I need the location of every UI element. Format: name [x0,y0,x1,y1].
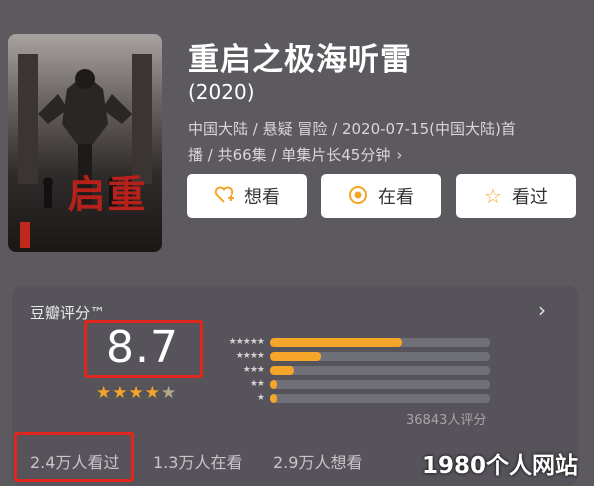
rating-bar-row: ★★★★ [208,351,490,361]
rating-bar-stars: ★ [256,393,265,403]
star-outline-icon: ☆ [484,184,502,208]
chevron-right-icon[interactable]: › [538,298,546,322]
star-full-icon: ★ [112,383,129,403]
meta-line-2: 播 / 共66集 / 单集片长45分钟 › [188,142,583,168]
rating-score: 8.7 [106,322,179,373]
meta-line-1: 中国大陆 / 悬疑 冒险 / 2020-07-15(中国大陆)首 [188,120,516,138]
rating-stars: ★★★★★ [96,383,177,403]
want-button-label: 想看 [244,187,280,208]
poster-seal [20,222,30,248]
star-full-icon: ★ [96,383,113,403]
star-full-icon: ★ [144,383,161,403]
watermark: 1980个人网站 [422,453,579,479]
movie-meta[interactable]: 中国大陆 / 悬疑 冒险 / 2020-07-15(中国大陆)首 播 / 共66… [188,116,583,168]
rating-bar-stars: ★★★ [242,365,265,375]
rating-bar-track [270,379,490,389]
star-half-icon: ★ [161,383,178,403]
chevron-right-icon: › [396,146,403,164]
stat-watching[interactable]: 1.3万人在看 [153,449,242,473]
rating-bar-row: ★★★ [208,365,490,375]
watching-button-label: 在看 [378,187,414,208]
poster-title-text: 重启 [61,174,146,214]
want-button[interactable]: 想看 [187,174,307,218]
rating-bar-track [270,365,490,375]
watching-button[interactable]: 在看 [321,174,441,218]
rating-bar-stars: ★★★★★ [228,337,265,347]
poster-image[interactable]: 重启 [8,34,162,252]
rating-bar-row: ★★ [208,379,490,389]
meta-line-2-text: 播 / 共66集 / 单集片长45分钟 [188,146,391,164]
rating-bar-row: ★★★★★ [208,337,490,347]
watched-button-label: 看过 [511,187,548,208]
stat-watched[interactable]: 2.4万人看过 [30,449,119,473]
rating-bar-stars: ★★★★ [235,351,265,361]
rating-bar-fill [270,351,321,361]
rating-count: 36843人评分 [406,413,487,428]
watched-button[interactable]: ☆ 看过 [456,174,576,218]
movie-title: 重启之极海听雷 [188,42,412,78]
rating-bar-track [270,393,490,403]
rating-bar-stars: ★★ [249,379,265,389]
star-full-icon: ★ [128,383,145,403]
rating-bar-fill [270,379,277,389]
rating-bar-fill [270,365,295,375]
movie-year: (2020) [188,80,255,104]
stat-want[interactable]: 2.9万人想看 [273,449,362,473]
rating-bar-track [270,337,490,347]
dot-circle-icon [348,185,368,208]
rating-bar-track [270,351,490,361]
heart-plus-icon [214,186,234,207]
rating-bar-row: ★ [208,393,490,403]
rating-bar-fill [270,393,277,403]
rating-bar-fill [270,337,402,347]
